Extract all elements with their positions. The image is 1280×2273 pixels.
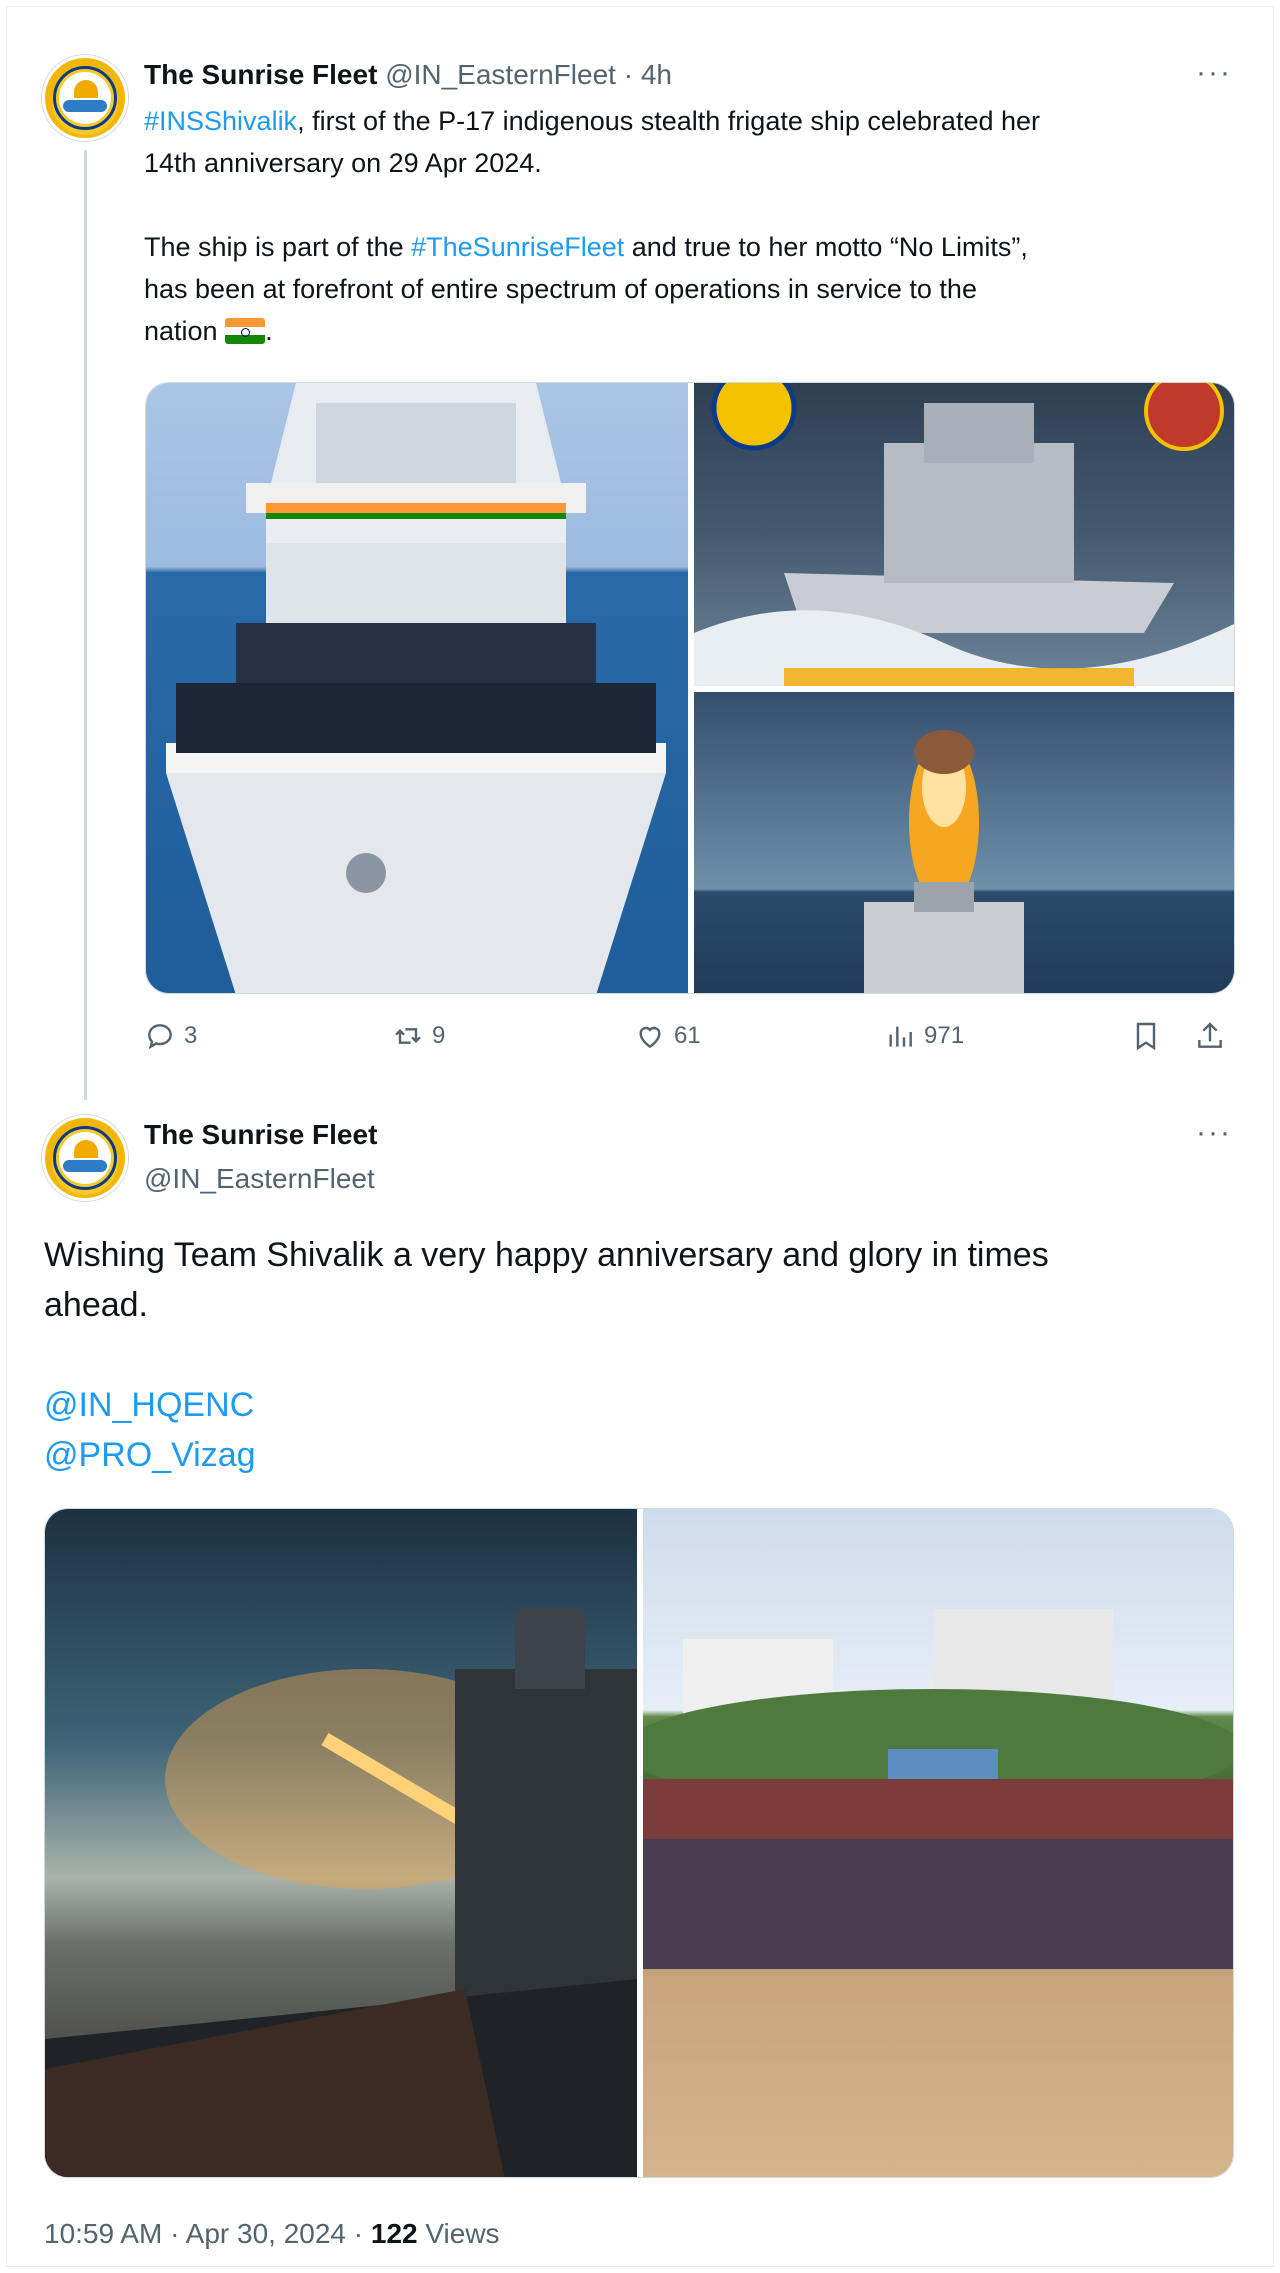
mention-link[interactable]: @PRO_Vizag [44, 1430, 1244, 1480]
repost-icon [395, 1028, 421, 1044]
avatar[interactable] [42, 1115, 128, 1201]
display-name[interactable]: The Sunrise Fleet [144, 1118, 377, 1152]
display-name[interactable]: The Sunrise Fleet [144, 59, 377, 90]
more-options-button[interactable]: ··· [1196, 1116, 1232, 1150]
bookmark-icon [1136, 1022, 1156, 1051]
rocket-firing-photo[interactable] [45, 1509, 637, 2177]
tweet-header: The Sunrise Fleet @IN_EasternFleet · 4h [144, 58, 672, 92]
bookmark-button[interactable] [1130, 1020, 1162, 1052]
wave-icon [63, 100, 107, 112]
separator: · [623, 59, 634, 90]
hashtag-link[interactable]: #TheSunriseFleet [411, 232, 624, 262]
missile-launch-image [864, 730, 1024, 993]
more-options-button[interactable]: ··· [1196, 56, 1232, 90]
tweet-body: Wishing Team Shivalik a very happy anniv… [44, 1230, 1244, 1480]
handle[interactable]: @IN_EasternFleet [144, 1162, 375, 1196]
like-count: 61 [674, 1022, 701, 1049]
media-grid [145, 382, 1235, 994]
handle[interactable]: @IN_EasternFleet [385, 59, 616, 90]
share-icon [1198, 1022, 1222, 1048]
sun-icon [74, 1140, 98, 1158]
wave-icon [63, 1160, 107, 1172]
group-photo[interactable] [643, 1509, 1233, 2177]
group-image [643, 1609, 1233, 1969]
rocket-firing-image [45, 1609, 637, 2177]
tweet-body: #INSShivalik, first of the P-17 indigeno… [144, 106, 1040, 346]
india-flag-icon [225, 318, 266, 344]
hashtag-link[interactable]: #INSShivalik [144, 106, 297, 136]
media-grid [44, 1508, 1234, 2178]
like-button[interactable]: 61 [634, 1020, 701, 1052]
thread-connector-line [84, 150, 87, 1100]
mention-link[interactable]: @IN_HQENC [44, 1380, 1244, 1430]
timestamp-relative[interactable]: 4h [641, 59, 672, 90]
share-button[interactable] [1194, 1020, 1226, 1052]
view-count: 971 [924, 1022, 965, 1049]
avatar[interactable] [42, 55, 128, 141]
tweet-metadata: 10:59 AM · Apr 30, 2024 · 122 Views [44, 2218, 500, 2249]
tweet-action-bar: 3 9 61 971 [144, 1020, 1234, 1060]
view-count: 122 [370, 2218, 418, 2249]
reply-icon [148, 1024, 172, 1050]
heart-icon [639, 1026, 661, 1049]
ship-crew-image [166, 383, 666, 993]
sun-icon [74, 80, 98, 98]
views-button[interactable]: 971 [884, 1020, 964, 1052]
timestamp[interactable]: 10:59 AM · Apr 30, 2024 · [44, 2218, 371, 2249]
repost-count: 9 [432, 1022, 446, 1049]
reply-count: 3 [184, 1022, 198, 1049]
missile-launch-photo[interactable] [694, 692, 1234, 993]
frigate-at-sea-photo[interactable] [694, 383, 1234, 686]
repost-button[interactable]: 9 [392, 1020, 445, 1052]
frigate-image [694, 383, 1234, 686]
reply-button[interactable]: 3 [144, 1020, 197, 1052]
views-chart-icon [889, 1026, 912, 1047]
ship-crew-photo[interactable] [146, 383, 688, 993]
